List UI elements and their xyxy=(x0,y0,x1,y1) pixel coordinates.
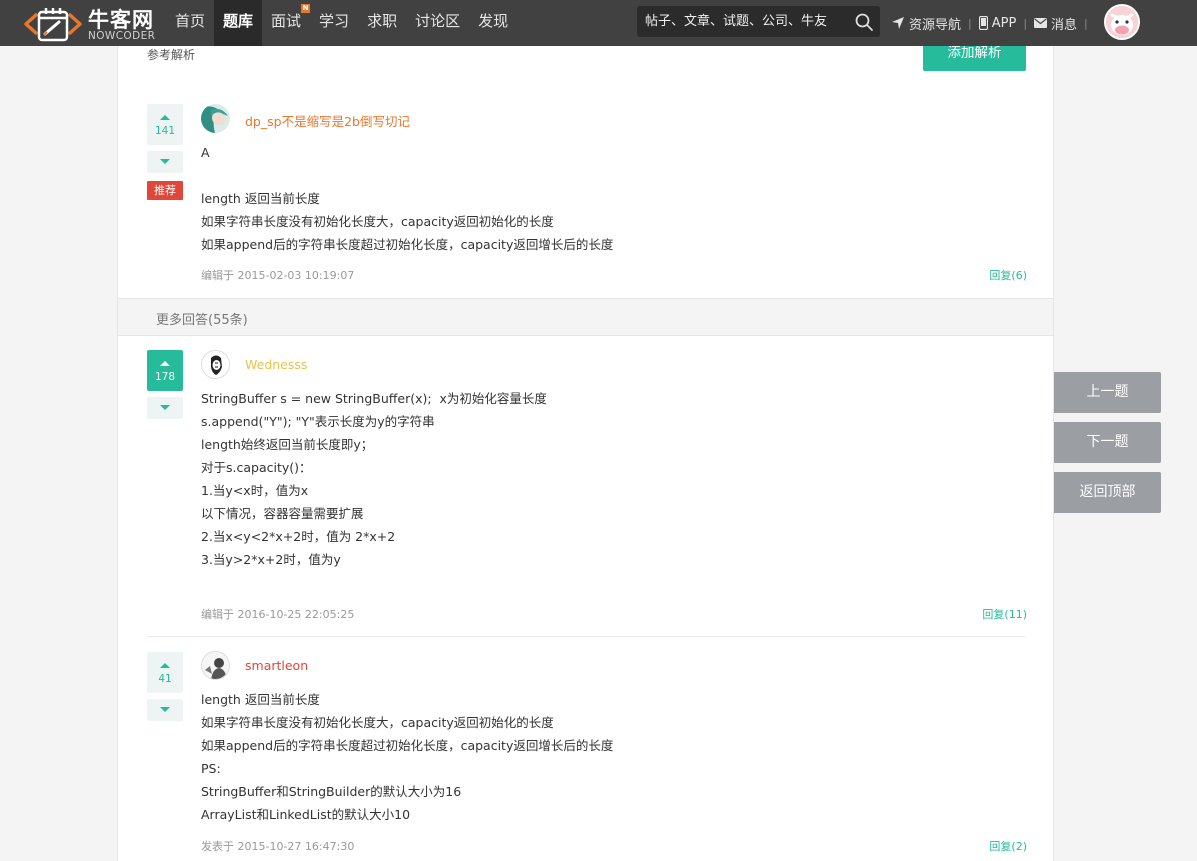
answer-divider xyxy=(147,636,1026,637)
resource-nav-label: 资源导航 xyxy=(909,17,962,33)
avatar-image xyxy=(201,104,230,133)
username-link[interactable]: smartleon xyxy=(245,658,308,673)
reply-link[interactable]: 回复(2) xyxy=(989,838,1027,854)
navigation-arrow-icon xyxy=(892,17,904,29)
edit-timestamp: 编辑于 2015-02-03 10:19:07 xyxy=(201,269,355,282)
resource-nav-link[interactable]: 资源导航 xyxy=(891,14,961,33)
answer-line: 3.当y>2*x+2时，值为y xyxy=(201,552,341,567)
answer-line: length 返回当前长度 xyxy=(201,191,320,206)
next-question-button[interactable]: 下一题 xyxy=(1054,422,1161,463)
messages-link[interactable]: 消息 xyxy=(1034,14,1077,33)
answer-line: 如果append后的字符串长度超过初始化长度，capacity返回增长后的长度 xyxy=(201,738,614,753)
answer-line: PS: xyxy=(201,761,221,776)
vote-count: 178 xyxy=(154,371,176,383)
messages-label: 消息 xyxy=(1051,17,1078,33)
answer-line: 如果字符串长度没有初始化长度大，capacity返回初始化的长度 xyxy=(201,715,554,730)
upvote-button[interactable]: 41 xyxy=(147,652,183,693)
upvote-button[interactable]: 178 xyxy=(147,350,183,391)
more-answers-bar: 更多回答(55条) xyxy=(118,298,1053,336)
nav-discover[interactable]: 发现 xyxy=(469,0,517,46)
vote-count: 141 xyxy=(154,125,176,137)
nav-interview-label: 面试 xyxy=(271,12,302,30)
answer-content: A length 返回当前长度 如果字符串长度没有初始化长度大，capacity… xyxy=(201,141,613,256)
username-link[interactable]: dp_sp不是缩写是2b倒写切记 xyxy=(245,111,410,130)
search-icon[interactable] xyxy=(854,12,874,32)
nav-question-bank[interactable]: 题库 xyxy=(214,0,263,46)
app-label: APP xyxy=(991,15,1017,31)
nav-learn[interactable]: 学习 xyxy=(310,0,358,46)
vote-control: 178 xyxy=(147,350,183,419)
answer-line: length始终返回当前长度即y； xyxy=(201,437,374,452)
logo-subtext: NOWCODER xyxy=(88,30,156,42)
answer-line: StringBuffer s = new StringBuffer(x); x为… xyxy=(201,391,547,406)
answer-line: 如果append后的字符串长度超过初始化长度，capacity返回增长后的长度 xyxy=(201,237,614,252)
cow-avatar-icon xyxy=(1106,6,1138,38)
answer-line: ArrayList和LinkedList的默认大小10 xyxy=(201,807,411,822)
arrow-down-icon xyxy=(160,707,170,712)
avatar-image xyxy=(202,351,229,378)
nav-home[interactable]: 首页 xyxy=(166,0,214,46)
user-avatar[interactable] xyxy=(1104,4,1140,40)
user-avatar[interactable] xyxy=(201,104,230,133)
downvote-button[interactable] xyxy=(147,151,183,173)
user-avatar[interactable] xyxy=(201,350,230,379)
arrow-down-icon xyxy=(160,405,170,410)
answer-line: 如果字符串长度没有初始化长度大，capacity返回初始化的长度 xyxy=(201,214,554,229)
new-badge: N xyxy=(301,4,311,13)
answer-line: 2.当x<y<2*x+2时，值为 2*x+2 xyxy=(201,529,396,544)
envelope-icon xyxy=(1034,18,1048,28)
vote-control: 141 xyxy=(147,104,183,173)
section-title: 参考解析 xyxy=(147,48,196,62)
answer-content: StringBuffer s = new StringBuffer(x); x为… xyxy=(201,387,547,571)
top-navbar: 牛客网 NOWCODER 首页 题库 面试 N 学习 求职 讨论区 发现 资源导… xyxy=(0,0,1197,46)
edit-timestamp: 编辑于 2016-10-25 22:05:25 xyxy=(201,608,355,621)
app-link[interactable]: APP xyxy=(978,15,1017,31)
answer-line: length 返回当前长度 xyxy=(201,692,320,707)
answer-line: 1.当y<x时，值为x xyxy=(201,483,309,498)
answer-line: 对于s.capacity()： xyxy=(201,460,312,475)
search-input[interactable] xyxy=(645,6,850,37)
more-answers-label: 更多回答(55条) xyxy=(156,313,248,328)
nav-jobs[interactable]: 求职 xyxy=(358,0,406,46)
back-to-top-button[interactable]: 返回顶部 xyxy=(1054,472,1161,513)
downvote-button[interactable] xyxy=(147,699,183,721)
separator: | xyxy=(1084,16,1088,30)
user-avatar[interactable] xyxy=(201,651,230,680)
avatar-image xyxy=(202,652,229,679)
vote-count: 41 xyxy=(158,673,172,685)
logo-icon xyxy=(24,8,82,42)
separator: | xyxy=(968,16,972,30)
post-timestamp: 发表于 2015-10-27 16:47:30 xyxy=(201,840,355,853)
add-analysis-button[interactable]: 添加解析 xyxy=(923,46,1026,71)
separator: | xyxy=(1023,16,1028,30)
downvote-button[interactable] xyxy=(147,397,183,419)
answers-card: 参考解析 添加解析 141 推荐 dp_sp不是缩写是2b倒写切记 A leng… xyxy=(117,46,1054,861)
top-right-links: 资源导航 | APP | 消息 | xyxy=(891,0,1095,46)
vote-control: 41 xyxy=(147,652,183,721)
arrow-up-icon xyxy=(160,663,170,668)
reply-link[interactable]: 回复(11) xyxy=(982,606,1027,622)
upvote-button[interactable]: 141 xyxy=(147,104,183,145)
arrow-down-icon xyxy=(160,159,170,164)
nav-interview[interactable]: 面试 N xyxy=(262,0,311,46)
logo[interactable]: 牛客网 NOWCODER xyxy=(22,3,164,43)
reply-link[interactable]: 回复(6) xyxy=(989,267,1027,283)
arrow-up-icon xyxy=(160,115,170,120)
prev-question-button[interactable]: 上一题 xyxy=(1054,372,1161,413)
answer-line: StringBuffer和StringBuilder的默认大小为16 xyxy=(201,784,462,799)
phone-icon xyxy=(978,16,988,30)
main-nav: 首页 题库 面试 N 学习 求职 讨论区 发现 xyxy=(166,0,517,46)
recommended-badge: 推荐 xyxy=(147,181,183,200)
username-link[interactable]: Wednesss xyxy=(245,357,307,372)
answer-line: A xyxy=(201,145,210,160)
answer-line: s.append("Y"); "Y"表示长度为y的字符串 xyxy=(201,414,435,429)
answer-content: length 返回当前长度 如果字符串长度没有初始化长度大，capacity返回… xyxy=(201,688,613,826)
arrow-up-icon xyxy=(160,361,170,366)
answer-line xyxy=(201,164,613,187)
search-box xyxy=(637,6,880,37)
nav-discussion[interactable]: 讨论区 xyxy=(406,0,469,46)
answer-line: 以下情况，容器容量需要扩展 xyxy=(201,506,364,521)
